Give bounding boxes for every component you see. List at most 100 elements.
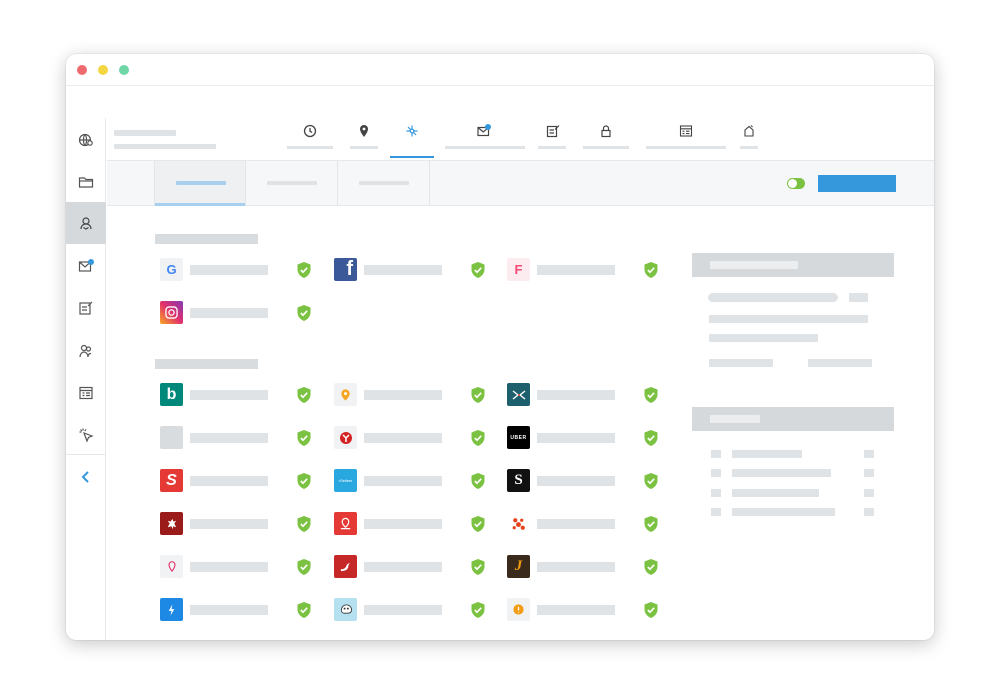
sidebar-item-click[interactable] (66, 415, 106, 455)
title-bar (66, 54, 934, 86)
cursor-click-icon (744, 125, 754, 137)
tab-reviews[interactable] (538, 118, 566, 160)
page-subtitle-placeholder (114, 144, 216, 149)
google-logo: G (160, 258, 183, 281)
coin-orange-logo (507, 598, 530, 621)
pin-blue-logo: •Sellers (334, 469, 357, 492)
list-item-placeholder[interactable] (160, 426, 320, 450)
tab-security[interactable] (583, 118, 629, 160)
list-item-google[interactable]: G (160, 258, 320, 282)
location-pin-orange-logo (334, 383, 357, 406)
list-item-orange-pin[interactable] (334, 383, 494, 407)
subtab-3[interactable] (338, 161, 430, 205)
top-navigation (107, 118, 934, 160)
tab-messages[interactable] (445, 118, 525, 160)
list-item-sellers[interactable]: •Sellers (334, 469, 494, 493)
close-window-button[interactable] (77, 65, 87, 75)
section-title-2 (155, 359, 258, 369)
list-item-bolt-blue[interactable] (160, 598, 320, 622)
subtab-1[interactable] (154, 161, 246, 206)
list-item-pin-outline[interactable] (160, 555, 320, 579)
list-item-swan[interactable] (334, 555, 494, 579)
verified-shield-icon (297, 559, 311, 575)
verified-shield-icon (471, 559, 485, 575)
verified-shield-icon (297, 262, 311, 278)
verified-shield-icon (471, 430, 485, 446)
verified-shield-icon (471, 387, 485, 403)
list-item-j-dark[interactable]: J (507, 555, 667, 579)
verified-shield-icon (644, 602, 658, 618)
cursor-click-icon (79, 428, 94, 443)
map-pin-red-logo (334, 512, 357, 535)
clock-icon (303, 124, 317, 138)
tab-tracking[interactable] (740, 118, 758, 160)
sync-toggle[interactable] (787, 178, 805, 189)
app-window: G f F b UBER S •Sellers S J (66, 54, 934, 640)
sidebar-item-users[interactable] (66, 331, 106, 371)
instagram-logo (160, 301, 183, 324)
verified-shield-icon (644, 387, 658, 403)
chevron-left-icon (81, 470, 89, 483)
list-item-s-black[interactable]: S (507, 469, 667, 493)
list-item-bing[interactable]: b (160, 383, 320, 407)
list-item-arrows[interactable] (507, 383, 667, 407)
verified-shield-icon (297, 473, 311, 489)
list-item-lion[interactable] (160, 512, 320, 536)
facebook-logo: f (334, 258, 357, 281)
sidebar-item-mail[interactable] (66, 246, 106, 286)
verified-shield-icon (297, 387, 311, 403)
sidebar-item-listings[interactable] (66, 202, 106, 244)
tab-listings[interactable] (390, 118, 434, 160)
verified-shield-icon (471, 473, 485, 489)
list-item-facebook[interactable]: f (334, 258, 494, 282)
placeholder-logo (160, 426, 183, 449)
list-item-s-red[interactable]: S (160, 469, 320, 493)
list-item-instagram[interactable] (160, 301, 320, 325)
verified-shield-icon (297, 602, 311, 618)
list-item-foursquare[interactable]: F (507, 258, 667, 282)
primary-action-button[interactable] (818, 175, 896, 192)
s-red-logo: S (160, 469, 183, 492)
mail-icon (78, 259, 94, 272)
tab-locations[interactable] (350, 118, 378, 160)
section-title-1 (155, 234, 258, 244)
verified-shield-icon (644, 559, 658, 575)
list-window-icon (679, 125, 693, 137)
summary-panel (692, 253, 894, 383)
folder-icon (78, 177, 94, 188)
tab-reports[interactable] (646, 118, 726, 160)
list-item-waze[interactable] (334, 598, 494, 622)
lion-logo (160, 512, 183, 535)
verified-shield-icon (297, 305, 311, 321)
sidebar-item-folder[interactable] (66, 162, 106, 202)
list-item-yelp-style[interactable] (334, 426, 494, 450)
list-item-dots-red[interactable] (507, 512, 667, 536)
sidebar-item-list[interactable] (66, 373, 106, 413)
s-black-logo: S (507, 469, 530, 492)
sidebar-collapse-button[interactable] (66, 454, 106, 498)
users-icon (79, 344, 92, 358)
globe-gear-icon (78, 133, 93, 147)
verified-shield-icon (297, 430, 311, 446)
sidebar-item-globe[interactable] (66, 120, 106, 160)
foursquare-logo: F (507, 258, 530, 281)
verified-shield-icon (644, 473, 658, 489)
j-dark-logo: J (507, 555, 530, 578)
list-item-coin-orange[interactable] (507, 598, 667, 622)
subtab-2[interactable] (246, 161, 338, 205)
list-item-map-pin-red[interactable] (334, 512, 494, 536)
user-network-icon (80, 217, 92, 230)
list-window-icon (79, 386, 93, 400)
list-item-uber[interactable]: UBER (507, 426, 667, 450)
lock-icon (601, 125, 611, 138)
sidebar-item-edit[interactable] (66, 288, 106, 328)
minimize-window-button[interactable] (98, 65, 108, 75)
yelp-style-logo (334, 426, 357, 449)
network-icon (406, 125, 418, 137)
verified-shield-icon (644, 262, 658, 278)
verified-shield-icon (471, 262, 485, 278)
tab-overview[interactable] (287, 118, 333, 160)
zoom-window-button[interactable] (119, 65, 129, 75)
checklist-panel (692, 407, 894, 527)
arrows-logo (507, 383, 530, 406)
